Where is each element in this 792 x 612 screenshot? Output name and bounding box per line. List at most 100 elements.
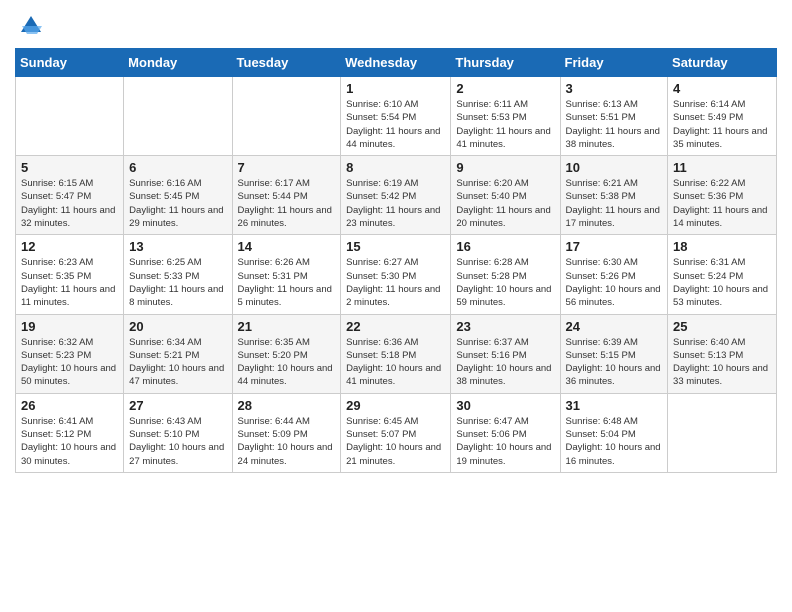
calendar-cell: 6 Sunrise: 6:16 AM Sunset: 5:45 PM Daylig… [124,156,232,235]
day-info: Sunrise: 6:37 AM Sunset: 5:16 PM Dayligh… [456,336,554,389]
day-info: Sunrise: 6:30 AM Sunset: 5:26 PM Dayligh… [566,256,663,309]
day-of-week-header: Thursday [451,49,560,77]
calendar-cell: 19 Sunrise: 6:32 AM Sunset: 5:23 PM Dayli… [16,314,124,393]
day-info: Sunrise: 6:48 AM Sunset: 5:04 PM Dayligh… [566,415,663,468]
logo-icon [17,12,45,40]
day-info: Sunrise: 6:19 AM Sunset: 5:42 PM Dayligh… [346,177,445,230]
calendar-cell: 30Sunrise: 6:47 AM Sunset: 5:06 PM Dayli… [451,393,560,472]
calendar-week-row: 19 Sunrise: 6:32 AM Sunset: 5:23 PM Dayli… [16,314,777,393]
day-number: 15 [346,239,445,254]
calendar-cell: 5 Sunrise: 6:15 AM Sunset: 5:47 PM Daylig… [16,156,124,235]
day-info: Sunrise: 6:17 AM Sunset: 5:44 PM Dayligh… [238,177,336,230]
calendar-cell: 15 Sunrise: 6:27 AM Sunset: 5:30 PM Dayli… [341,235,451,314]
calendar-cell: 24 Sunrise: 6:39 AM Sunset: 5:15 PM Dayli… [560,314,668,393]
day-number: 14 [238,239,336,254]
calendar-cell: 16 Sunrise: 6:28 AM Sunset: 5:28 PM Dayli… [451,235,560,314]
day-number: 2 [456,81,554,96]
day-number: 24 [566,319,663,334]
day-number: 20 [129,319,226,334]
page: SundayMondayTuesdayWednesdayThursdayFrid… [0,0,792,612]
day-of-week-header: Wednesday [341,49,451,77]
calendar-cell: 4Sunrise: 6:14 AM Sunset: 5:49 PM Daylig… [668,77,777,156]
day-number: 26 [21,398,118,413]
calendar-cell: 22 Sunrise: 6:36 AM Sunset: 5:18 PM Dayli… [341,314,451,393]
calendar-cell: 18 Sunrise: 6:31 AM Sunset: 5:24 PM Dayli… [668,235,777,314]
calendar-cell: 28 Sunrise: 6:44 AM Sunset: 5:09 PM Dayli… [232,393,341,472]
calendar-cell: 13 Sunrise: 6:25 AM Sunset: 5:33 PM Dayli… [124,235,232,314]
day-number: 25 [673,319,771,334]
calendar-cell: 7 Sunrise: 6:17 AM Sunset: 5:44 PM Daylig… [232,156,341,235]
day-info: Sunrise: 6:32 AM Sunset: 5:23 PM Dayligh… [21,336,118,389]
day-info: Sunrise: 6:44 AM Sunset: 5:09 PM Dayligh… [238,415,336,468]
day-number: 30 [456,398,554,413]
day-info: Sunrise: 6:14 AM Sunset: 5:49 PM Dayligh… [673,98,771,151]
calendar-cell: 14 Sunrise: 6:26 AM Sunset: 5:31 PM Dayli… [232,235,341,314]
calendar-cell [668,393,777,472]
day-info: Sunrise: 6:27 AM Sunset: 5:30 PM Dayligh… [346,256,445,309]
calendar-cell: 25 Sunrise: 6:40 AM Sunset: 5:13 PM Dayli… [668,314,777,393]
day-number: 11 [673,160,771,175]
day-info: Sunrise: 6:22 AM Sunset: 5:36 PM Dayligh… [673,177,771,230]
day-info: Sunrise: 6:34 AM Sunset: 5:21 PM Dayligh… [129,336,226,389]
day-number: 29 [346,398,445,413]
calendar-cell [16,77,124,156]
day-info: Sunrise: 6:36 AM Sunset: 5:18 PM Dayligh… [346,336,445,389]
day-info: Sunrise: 6:10 AM Sunset: 5:54 PM Dayligh… [346,98,445,151]
day-info: Sunrise: 6:35 AM Sunset: 5:20 PM Dayligh… [238,336,336,389]
calendar-cell [232,77,341,156]
calendar-week-row: 12 Sunrise: 6:23 AM Sunset: 5:35 PM Dayli… [16,235,777,314]
day-info: Sunrise: 6:40 AM Sunset: 5:13 PM Dayligh… [673,336,771,389]
day-info: Sunrise: 6:20 AM Sunset: 5:40 PM Dayligh… [456,177,554,230]
day-number: 13 [129,239,226,254]
calendar-cell: 20 Sunrise: 6:34 AM Sunset: 5:21 PM Dayli… [124,314,232,393]
calendar-cell: 26 Sunrise: 6:41 AM Sunset: 5:12 PM Dayli… [16,393,124,472]
day-of-week-header: Monday [124,49,232,77]
day-info: Sunrise: 6:15 AM Sunset: 5:47 PM Dayligh… [21,177,118,230]
calendar-cell: 11 Sunrise: 6:22 AM Sunset: 5:36 PM Dayli… [668,156,777,235]
day-number: 7 [238,160,336,175]
calendar-week-row: 26 Sunrise: 6:41 AM Sunset: 5:12 PM Dayli… [16,393,777,472]
day-number: 27 [129,398,226,413]
day-number: 31 [566,398,663,413]
day-info: Sunrise: 6:28 AM Sunset: 5:28 PM Dayligh… [456,256,554,309]
day-number: 19 [21,319,118,334]
day-info: Sunrise: 6:25 AM Sunset: 5:33 PM Dayligh… [129,256,226,309]
day-of-week-header: Saturday [668,49,777,77]
calendar-cell: 17 Sunrise: 6:30 AM Sunset: 5:26 PM Dayli… [560,235,668,314]
day-info: Sunrise: 6:26 AM Sunset: 5:31 PM Dayligh… [238,256,336,309]
day-number: 16 [456,239,554,254]
day-info: Sunrise: 6:21 AM Sunset: 5:38 PM Dayligh… [566,177,663,230]
header [15,10,777,40]
day-number: 8 [346,160,445,175]
day-number: 23 [456,319,554,334]
day-number: 18 [673,239,771,254]
day-info: Sunrise: 6:13 AM Sunset: 5:51 PM Dayligh… [566,98,663,151]
day-info: Sunrise: 6:23 AM Sunset: 5:35 PM Dayligh… [21,256,118,309]
day-number: 10 [566,160,663,175]
day-number: 28 [238,398,336,413]
day-info: Sunrise: 6:16 AM Sunset: 5:45 PM Dayligh… [129,177,226,230]
day-number: 5 [21,160,118,175]
calendar-cell: 2 Sunrise: 6:11 AM Sunset: 5:53 PM Daylig… [451,77,560,156]
logo [15,10,45,40]
calendar-week-row: 1 Sunrise: 6:10 AM Sunset: 5:54 PM Daylig… [16,77,777,156]
day-info: Sunrise: 6:11 AM Sunset: 5:53 PM Dayligh… [456,98,554,151]
day-info: Sunrise: 6:31 AM Sunset: 5:24 PM Dayligh… [673,256,771,309]
day-number: 9 [456,160,554,175]
day-number: 6 [129,160,226,175]
day-number: 12 [21,239,118,254]
calendar-cell: 31 Sunrise: 6:48 AM Sunset: 5:04 PM Dayli… [560,393,668,472]
day-info: Sunrise: 6:41 AM Sunset: 5:12 PM Dayligh… [21,415,118,468]
calendar-week-row: 5 Sunrise: 6:15 AM Sunset: 5:47 PM Daylig… [16,156,777,235]
day-of-week-header: Friday [560,49,668,77]
day-number: 21 [238,319,336,334]
day-info: Sunrise: 6:39 AM Sunset: 5:15 PM Dayligh… [566,336,663,389]
day-number: 22 [346,319,445,334]
day-number: 1 [346,81,445,96]
day-number: 17 [566,239,663,254]
calendar-cell [124,77,232,156]
calendar-cell: 8 Sunrise: 6:19 AM Sunset: 5:42 PM Daylig… [341,156,451,235]
day-info: Sunrise: 6:43 AM Sunset: 5:10 PM Dayligh… [129,415,226,468]
day-info: Sunrise: 6:45 AM Sunset: 5:07 PM Dayligh… [346,415,445,468]
calendar-header-row: SundayMondayTuesdayWednesdayThursdayFrid… [16,49,777,77]
